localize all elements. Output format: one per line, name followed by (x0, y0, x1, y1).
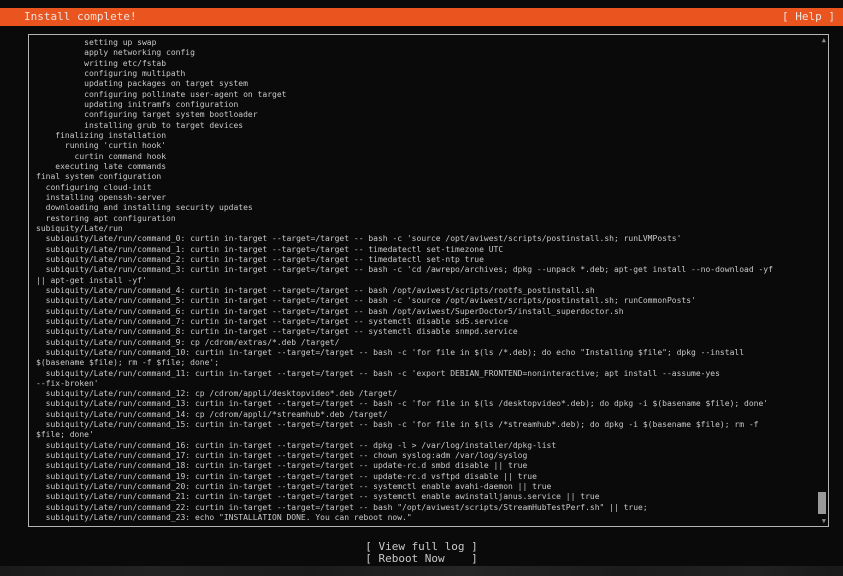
log-line: subiquity/Late/run/command_10: curtin in… (36, 348, 816, 358)
log-line: $file; done' (36, 430, 816, 440)
log-line: writing etc/fstab (36, 59, 816, 69)
log-line: apply networking config (36, 48, 816, 58)
log-line: configuring target system bootloader (36, 110, 816, 120)
log-line: --fix-broken' (36, 379, 816, 389)
log-line: running 'curtin hook' (36, 141, 816, 151)
log-line: subiquity/Late/run/command_18: curtin in… (36, 461, 816, 471)
log-line: subiquity/Late/run/command_4: curtin in-… (36, 286, 816, 296)
log-line: subiquity/Late/run/command_7: curtin in-… (36, 317, 816, 327)
log-line: subiquity/Late/run/command_8: curtin in-… (36, 327, 816, 337)
log-line: subiquity/Late/run/command_21: curtin in… (36, 492, 816, 502)
log-line: executing late commands (36, 162, 816, 172)
log-lines: setting up swap apply networking config … (36, 38, 816, 523)
log-line: subiquity/Late/run/command_3: curtin in-… (36, 265, 816, 275)
log-line: finalizing installation (36, 131, 816, 141)
view-full-log-button[interactable]: [ View full log ] (365, 541, 478, 553)
footer-actions: [ View full log ] [ Reboot Now ] (0, 541, 843, 564)
log-line: || apt-get install -yf' (36, 276, 816, 286)
page-title: Install complete! (24, 8, 137, 26)
log-line: subiquity/Late/run (36, 224, 816, 234)
log-line: installing openssh-server (36, 193, 816, 203)
log-line: final system configuration (36, 172, 816, 182)
scrollbar-thumb[interactable] (818, 492, 826, 514)
log-line: subiquity/Late/run/command_19: curtin in… (36, 472, 816, 482)
log-line: subiquity/Late/run/command_15: curtin in… (36, 420, 816, 430)
log-line: subiquity/Late/run/command_23: echo "INS… (36, 513, 816, 523)
log-line: subiquity/Late/run/command_16: curtin in… (36, 441, 816, 451)
log-line: configuring cloud-init (36, 183, 816, 193)
header-bar: Install complete! [ Help ] (0, 8, 843, 26)
log-line: subiquity/Late/run/command_9: cp /cdrom/… (36, 338, 816, 348)
log-line: subiquity/Late/run/command_13: curtin in… (36, 399, 816, 409)
log-line: subiquity/Late/run/command_22: curtin in… (36, 503, 816, 513)
log-line: subiquity/Late/run/command_1: curtin in-… (36, 245, 816, 255)
log-line: $(basename $file); rm -f $file; done'; (36, 358, 816, 368)
log-panel: setting up swap apply networking config … (28, 34, 829, 527)
help-button[interactable]: [ Help ] (782, 8, 835, 26)
log-line: subiquity/Late/run/command_6: curtin in-… (36, 307, 816, 317)
log-line: subiquity/Late/run/command_2: curtin in-… (36, 255, 816, 265)
log-line: subiquity/Late/run/command_12: cp /cdrom… (36, 389, 816, 399)
log-line: subiquity/Late/run/command_17: curtin in… (36, 451, 816, 461)
log-line: subiquity/Late/run/command_11: curtin in… (36, 369, 816, 379)
log-line: subiquity/Late/run/command_0: curtin in-… (36, 234, 816, 244)
log-line: configuring pollinate user-agent on targ… (36, 90, 816, 100)
bottom-artifact-strip (0, 566, 843, 576)
log-line: configuring multipath (36, 69, 816, 79)
reboot-now-button[interactable]: [ Reboot Now ] (365, 553, 478, 565)
log-line: setting up swap (36, 38, 816, 48)
scroll-down-icon[interactable]: ▼ (822, 517, 826, 525)
log-line: updating initramfs configuration (36, 100, 816, 110)
log-line: subiquity/Late/run/command_20: curtin in… (36, 482, 816, 492)
scroll-up-icon[interactable]: ▲ (822, 36, 826, 44)
log-line: updating packages on target system (36, 79, 816, 89)
log-line: subiquity/Late/run/command_14: cp /cdrom… (36, 410, 816, 420)
log-line: curtin command hook (36, 152, 816, 162)
log-line: downloading and installing security upda… (36, 203, 816, 213)
log-line: subiquity/Late/run/command_5: curtin in-… (36, 296, 816, 306)
log-line: installing grub to target devices (36, 121, 816, 131)
log-line: restoring apt configuration (36, 214, 816, 224)
